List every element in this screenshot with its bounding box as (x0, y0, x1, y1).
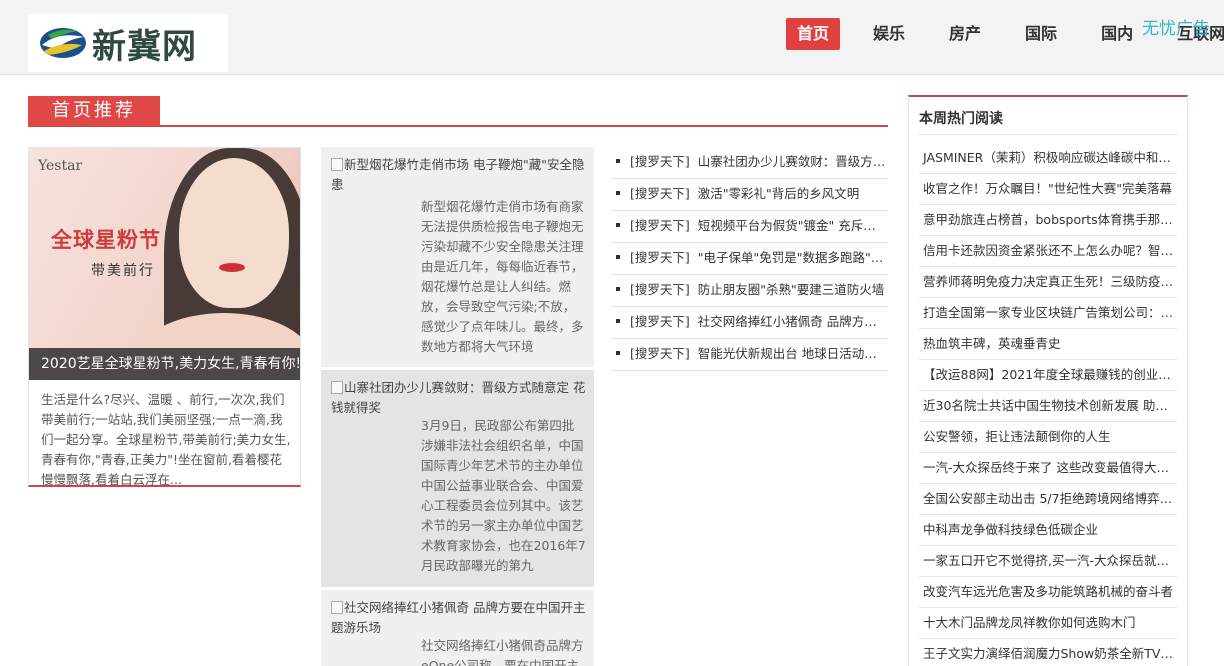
sidebar-item[interactable]: 公安警领，拒让违法颠倒你的人生 (919, 422, 1177, 453)
sidebar-item[interactable]: 热血筑丰碑，英魂垂青史 (919, 329, 1177, 360)
bullet-icon (616, 287, 620, 291)
section-title: 首页推荐 (28, 96, 160, 126)
nav-domestic[interactable]: 国内 (1090, 18, 1144, 50)
broken-image-icon (331, 601, 343, 614)
nav-international[interactable]: 国际 (1014, 18, 1068, 50)
bullet-icon (616, 159, 620, 163)
article-image-alt[interactable]: 新型烟花爆竹走俏市场 电子鞭炮"藏"安全隐患 (331, 155, 586, 195)
logo-text: 新冀网 (92, 26, 197, 67)
site-logo[interactable]: 新冀网 (28, 14, 228, 72)
sidebar-item[interactable]: 全国公安部主动出击 5/7拒绝跨境网络博弈行动 (919, 484, 1177, 515)
list-item-title[interactable]: 激活"零彩礼"背后的乡风文明 (698, 186, 860, 201)
sidebar-list: JASMINER（茉莉）积极响应碳达峰碳中和行动 收官之作！万众瞩目！"世纪性大… (919, 143, 1177, 666)
portrait-face (179, 158, 289, 308)
sidebar-item[interactable]: 近30名院士共话中国生物技术创新发展 助力健康 (919, 391, 1177, 422)
article-summary: 新型烟花爆竹走俏市场有商家无法提供质检报告电子鞭炮无污染却藏不少安全隐患关注理由… (421, 199, 584, 354)
site-header: 新冀网 首页 娱乐 房产 国际 国内 互联网 无忧广告 (0, 0, 1224, 75)
list-item-tag[interactable]: [搜罗天下] (630, 186, 690, 201)
sidebar-item[interactable]: 【改运88网】2021年度全球最赚钱的创业项目 (919, 360, 1177, 391)
nav-home[interactable]: 首页 (786, 18, 841, 50)
article-image-alt-text: 社交网络捧红小猪佩奇 品牌方要在中国开主题游乐场 (331, 600, 586, 635)
list-item-tag[interactable]: [搜罗天下] (630, 218, 690, 233)
list-item-title[interactable]: 短视频平台为假货"镀金" 充斥山寨货 (698, 218, 888, 233)
hot-reads-sidebar: 本周热门阅读 JASMINER（茉莉）积极响应碳达峰碳中和行动 收官之作！万众瞩… (908, 95, 1188, 666)
bullet-icon (616, 351, 620, 355)
list-item[interactable]: [搜罗天下] 山寨社团办少儿赛敛财：晋级方式随意定 花钱就得奖 (612, 147, 888, 179)
article-summary: 3月9日，民政部公布第四批涉嫌非法社会组织名单，中国国际青少年艺术节的主办单位中… (421, 418, 586, 573)
list-item-tag[interactable]: [搜罗天下] (630, 154, 690, 169)
bullet-icon (616, 223, 620, 227)
sidebar-item[interactable]: 一家五口开它不觉得挤,买一汽-大众探岳就是这么任性 (919, 546, 1177, 577)
list-item[interactable]: [搜罗天下] "电子保单"免罚是"数据多跑路"的成果 (612, 243, 888, 275)
featured-brand: Yestar (38, 158, 83, 174)
portrait-lips (219, 263, 245, 272)
article-card[interactable]: 山寨社团办少儿赛敛财：晋级方式随意定 花钱就得奖 3月9日，民政部公布第四批涉嫌… (321, 370, 594, 587)
list-item-tag[interactable]: [搜罗天下] (630, 314, 690, 329)
list-item-tag[interactable]: [搜罗天下] (630, 250, 690, 265)
news-list: [搜罗天下] 山寨社团办少儿赛敛财：晋级方式随意定 花钱就得奖 [搜罗天下] 激活"… (612, 147, 888, 371)
featured-caption[interactable]: 2020艺星全球星粉节,美力女生,青春有你! (29, 348, 300, 380)
article-card[interactable]: 新型烟花爆竹走俏市场 电子鞭炮"藏"安全隐患 新型烟花爆竹走俏市场有商家无法提供… (321, 147, 594, 367)
logo-swirl-icon (40, 28, 86, 58)
article-image-alt[interactable]: 山寨社团办少儿赛敛财：晋级方式随意定 花钱就得奖 (331, 378, 586, 418)
sidebar-item[interactable]: 营养师蒋明免疫力决定真正生死！三级防疫体系 (919, 267, 1177, 298)
featured-promo-subtitle: 带美前行 (91, 263, 155, 279)
bullet-icon (616, 255, 620, 259)
sidebar-item[interactable]: 王子文实力演绎佰润魔力Show奶茶全新TVC广告 (919, 639, 1177, 666)
featured-image[interactable]: Yestar 全球星粉节 带美前行 2020艺星全球星粉节,美力女生,青春有你! (29, 148, 300, 380)
list-item-title[interactable]: 社交网络捧红小猪佩奇 品牌方要在中国开主题游乐场 (698, 314, 888, 329)
list-item-title[interactable]: 防止朋友圈"杀熟"要建三道防火墙 (698, 282, 885, 297)
list-item[interactable]: [搜罗天下] 短视频平台为假货"镀金" 充斥山寨货 (612, 211, 888, 243)
ad-link[interactable]: 无忧广告 (1142, 14, 1210, 39)
sidebar-item[interactable]: 十大木门品牌龙凤祥教你如何选购木门 (919, 608, 1177, 639)
featured-article[interactable]: Yestar 全球星粉节 带美前行 2020艺星全球星粉节,美力女生,青春有你!… (28, 147, 301, 487)
article-image-alt-text: 山寨社团办少儿赛敛财：晋级方式随意定 花钱就得奖 (331, 380, 586, 415)
list-item-tag[interactable]: [搜罗天下] (630, 346, 690, 361)
list-item-title[interactable]: 智能光伏新规出台 地球日活动优惠多 (698, 346, 888, 361)
bullet-icon (616, 191, 620, 195)
sidebar-item[interactable]: 打造全国第一家专业区块链广告策划公司：链讯 (919, 298, 1177, 329)
list-item[interactable]: [搜罗天下] 防止朋友圈"杀熟"要建三道防火墙 (612, 275, 888, 307)
article-summary: 社交网络捧红小猪佩奇品牌方eOne公司称，要在中国开主 (421, 638, 584, 666)
featured-description: 生活是什么?尽兴、温暖 、前行,一次次,我们带美前行;一站站,我们美丽坚强;一点… (41, 392, 291, 487)
list-item-title[interactable]: "电子保单"免罚是"数据多跑路"的成果 (698, 250, 888, 265)
article-image-alt[interactable]: 社交网络捧红小猪佩奇 品牌方要在中国开主题游乐场 (331, 598, 586, 638)
sidebar-item[interactable]: JASMINER（茉莉）积极响应碳达峰碳中和行动 (919, 143, 1177, 174)
sidebar-item[interactable]: 信用卡还款因资金紧张还不上怎么办呢？智能还款 (919, 236, 1177, 267)
list-item-tag[interactable]: [搜罗天下] (630, 282, 690, 297)
bullet-icon (616, 319, 620, 323)
featured-promo-title: 全球星粉节 (51, 228, 161, 252)
broken-image-icon (331, 381, 343, 394)
sidebar-divider (919, 134, 1177, 135)
list-item[interactable]: [搜罗天下] 社交网络捧红小猪佩奇 品牌方要在中国开主题游乐场 (612, 307, 888, 339)
sidebar-item[interactable]: 中科声龙争做科技绿色低碳企业 (919, 515, 1177, 546)
sidebar-item[interactable]: 意甲劲旅连占榜首，bobsports体育携手那不勒斯 (919, 205, 1177, 236)
sidebar-title: 本周热门阅读 (919, 111, 1003, 127)
section-header: 首页推荐 (28, 96, 888, 127)
article-image-alt-text: 新型烟花爆竹走俏市场 电子鞭炮"藏"安全隐患 (331, 157, 585, 192)
nav-real-estate[interactable]: 房产 (938, 18, 992, 50)
list-item-title[interactable]: 山寨社团办少儿赛敛财：晋级方式随意定 花钱就得奖 (698, 154, 888, 169)
sidebar-item[interactable]: 改变汽车远光危害及多功能筑路机械的奋斗者 (919, 577, 1177, 608)
list-item[interactable]: [搜罗天下] 激活"零彩礼"背后的乡风文明 (612, 179, 888, 211)
nav-entertainment[interactable]: 娱乐 (862, 18, 916, 50)
sidebar-item[interactable]: 收官之作！万众瞩目！"世纪性大赛"完美落幕 (919, 174, 1177, 205)
list-item[interactable]: [搜罗天下] 智能光伏新规出台 地球日活动优惠多 (612, 339, 888, 371)
article-card[interactable]: 社交网络捧红小猪佩奇 品牌方要在中国开主题游乐场 社交网络捧红小猪佩奇品牌方eO… (321, 590, 594, 666)
sidebar-item[interactable]: 一汽-大众探岳终于来了 这些改变最值得大家期待 (919, 453, 1177, 484)
broken-image-icon (331, 158, 343, 171)
